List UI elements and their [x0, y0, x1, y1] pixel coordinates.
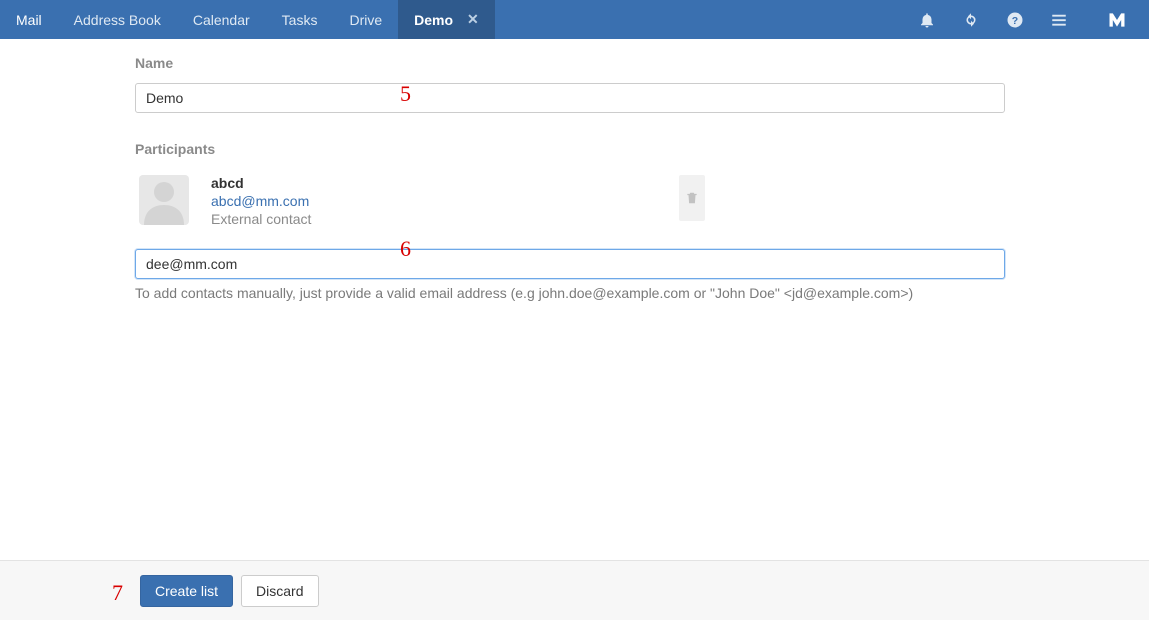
participants-label: Participants: [135, 141, 1014, 157]
tab-address-book[interactable]: Address Book: [58, 0, 177, 39]
name-label: Name: [135, 55, 1014, 71]
topbar-actions: ?: [917, 0, 1149, 39]
avatar: [139, 175, 189, 225]
top-nav: Mail Address Book Calendar Tasks Drive D…: [0, 0, 1149, 39]
tab-mail[interactable]: Mail: [0, 0, 58, 39]
refresh-icon[interactable]: [961, 10, 981, 30]
tab-drive[interactable]: Drive: [333, 0, 398, 39]
participant-name: abcd: [211, 175, 311, 191]
brand-logo-icon: [1107, 10, 1127, 30]
create-list-button[interactable]: Create list: [140, 575, 233, 607]
form-area: Name Participants abcd abcd@mm.com Exter…: [0, 39, 1149, 560]
tab-demo-label: Demo: [414, 12, 453, 28]
name-input[interactable]: [135, 83, 1005, 113]
participant-row: abcd abcd@mm.com External contact: [135, 169, 1005, 237]
tab-calendar[interactable]: Calendar: [177, 0, 266, 39]
svg-text:?: ?: [1012, 14, 1018, 26]
tab-demo[interactable]: Demo ✕: [398, 0, 495, 39]
footer-bar: Create list Discard: [0, 560, 1149, 620]
add-participant-hint: To add contacts manually, just provide a…: [135, 285, 1005, 301]
participant-email[interactable]: abcd@mm.com: [211, 193, 311, 209]
tab-tasks[interactable]: Tasks: [266, 0, 334, 39]
bell-icon[interactable]: [917, 10, 937, 30]
participant-type: External contact: [211, 211, 311, 227]
trash-icon[interactable]: [679, 175, 705, 221]
discard-button[interactable]: Discard: [241, 575, 318, 607]
tab-strip: Mail Address Book Calendar Tasks Drive D…: [0, 0, 495, 39]
add-participant-input[interactable]: [135, 249, 1005, 279]
menu-icon[interactable]: [1049, 10, 1069, 30]
help-icon[interactable]: ?: [1005, 10, 1025, 30]
close-icon[interactable]: ✕: [467, 11, 479, 28]
